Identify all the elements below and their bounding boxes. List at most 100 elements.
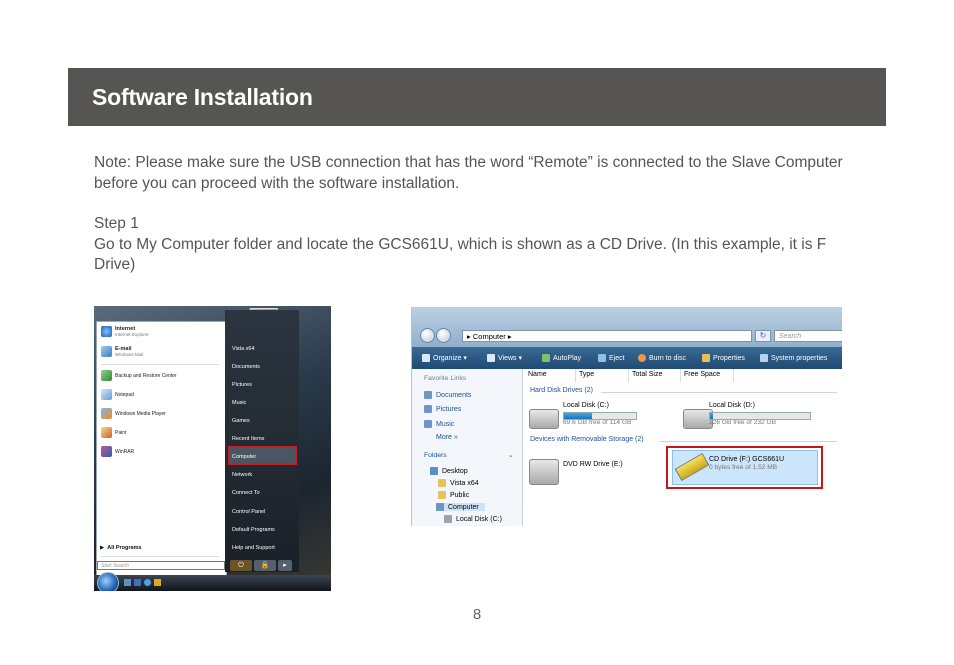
start-right-item[interactable]: Documents xyxy=(232,364,260,370)
tree-label: Computer xyxy=(448,503,479,511)
favorite-label: Music xyxy=(436,420,455,428)
start-right-item-computer[interactable]: Computer xyxy=(232,454,256,460)
start-right-item[interactable]: Recent Items xyxy=(232,436,264,442)
taskbar xyxy=(94,572,331,591)
divider xyxy=(101,364,219,365)
tree-label: Desktop xyxy=(442,467,468,475)
drive-c-usage-bar xyxy=(563,412,637,420)
music-icon xyxy=(424,420,432,428)
start-right-item[interactable]: Music xyxy=(232,400,246,406)
tree-item-user[interactable]: Vista x64 xyxy=(438,479,479,487)
refresh-icon[interactable]: ↻ xyxy=(755,330,771,342)
command-toolbar: Organize ▾ Views ▾ AutoPlay Eject Burn t… xyxy=(412,347,842,369)
disk-icon xyxy=(444,515,452,523)
organize-button[interactable]: Organize ▾ xyxy=(422,354,467,362)
start-right-item[interactable]: Connect To xyxy=(232,490,260,496)
views-button[interactable]: Views ▾ xyxy=(487,354,522,362)
start-item-backup[interactable]: Backup and Restore Center xyxy=(101,370,177,381)
explorer-screenshot: ▸ Computer ▸ ↻ Search Organize ▾ Views ▾… xyxy=(411,307,842,526)
column-header-name[interactable]: Name xyxy=(528,371,547,378)
folders-title[interactable]: Folders xyxy=(424,452,447,459)
start-item-paint[interactable]: Paint xyxy=(101,427,126,438)
start-right-item[interactable]: Vista x64 xyxy=(232,346,255,352)
power-options-arrow[interactable]: ▸ xyxy=(278,560,292,571)
power-buttons: ⏻ 🔒 ▸ xyxy=(230,560,294,571)
toolbar-label: Organize xyxy=(433,354,462,362)
start-right-item[interactable]: Default Programs xyxy=(232,527,275,533)
divider xyxy=(101,556,219,557)
column-header-total-size[interactable]: Total Size xyxy=(632,371,662,378)
section-title: Software Installation xyxy=(92,84,313,110)
burn-button[interactable]: Burn to disc xyxy=(638,354,686,362)
start-orb[interactable] xyxy=(97,572,119,591)
address-field[interactable]: ▸ Computer ▸ xyxy=(462,330,752,342)
computer-icon xyxy=(436,503,444,511)
favorite-label: Documents xyxy=(436,391,472,399)
start-item-internet[interactable]: Internet Internet Explorer xyxy=(101,326,149,337)
start-item-winrar[interactable]: WinRAR xyxy=(101,446,134,457)
all-programs-button[interactable]: ▶ All Programs xyxy=(100,545,142,551)
mail-icon xyxy=(101,346,112,357)
more-link[interactable]: More » xyxy=(436,434,458,441)
drive-d-usage-bar xyxy=(709,412,811,420)
usage-fill xyxy=(564,413,593,419)
address-bar-area: ▸ Computer ▸ ↻ Search xyxy=(412,307,842,347)
start-right-item[interactable]: Network xyxy=(232,472,252,478)
start-item-notepad[interactable]: Notepad xyxy=(101,389,134,400)
folder-icon[interactable] xyxy=(154,579,161,586)
pictures-icon xyxy=(424,405,432,413)
drive-name: DVD RW Drive (E:) xyxy=(563,461,623,468)
start-item-label: WinRAR xyxy=(115,448,135,455)
favorite-music[interactable]: Music xyxy=(424,420,454,428)
switch-windows-icon[interactable] xyxy=(134,579,141,586)
internet-explorer-icon[interactable] xyxy=(144,579,151,586)
power-button[interactable]: ⏻ xyxy=(230,560,252,571)
start-right-item[interactable]: Control Panel xyxy=(232,509,265,515)
group-removable-storage[interactable]: Devices with Removable Storage (2) xyxy=(530,436,644,443)
forward-button[interactable] xyxy=(436,328,451,343)
start-right-item[interactable]: Games xyxy=(232,418,250,424)
show-desktop-icon[interactable] xyxy=(124,579,131,586)
start-item-label: Windows Media Player xyxy=(115,410,166,417)
column-header-free-space[interactable]: Free Space xyxy=(684,371,720,378)
autoplay-icon xyxy=(542,354,550,362)
system-properties-button[interactable]: System properties xyxy=(760,354,827,362)
system-properties-icon xyxy=(760,354,768,362)
tree-item-desktop[interactable]: Desktop xyxy=(430,467,468,475)
eject-button[interactable]: Eject xyxy=(598,354,625,362)
media-player-icon xyxy=(101,408,112,419)
start-item-label: Notepad xyxy=(115,391,134,398)
start-right-item[interactable]: Help and Support xyxy=(232,545,275,551)
favorite-pictures[interactable]: Pictures xyxy=(424,405,461,413)
burn-icon xyxy=(638,354,646,362)
search-input[interactable]: Search xyxy=(774,330,842,342)
group-hard-disk-drives[interactable]: Hard Disk Drives (2) xyxy=(530,387,593,394)
favorite-documents[interactable]: Documents xyxy=(424,391,471,399)
chevron-down-icon[interactable]: ⌄ xyxy=(508,451,514,459)
hard-disk-icon xyxy=(529,409,559,429)
toolbar-label: AutoPlay xyxy=(553,354,582,362)
drive-e[interactable]: DVD RW Drive (E:) xyxy=(563,461,623,468)
start-menu-left-pane: Internet Internet Explorer E-mail Windows … xyxy=(96,321,227,577)
tree-item-local-disk-c[interactable]: Local Disk (C:) xyxy=(444,515,502,523)
column-header-type[interactable]: Type xyxy=(579,371,594,378)
group-divider xyxy=(659,441,837,442)
all-programs-label: All Programs xyxy=(107,545,142,551)
autoplay-button[interactable]: AutoPlay xyxy=(542,354,581,362)
start-item-media-player[interactable]: Windows Media Player xyxy=(101,408,166,419)
address-text: Computer xyxy=(472,332,506,341)
column-separator xyxy=(733,369,734,382)
column-separator xyxy=(680,369,681,382)
toolbar-label: Eject xyxy=(609,354,625,362)
start-search-input[interactable]: Start Search xyxy=(97,561,225,570)
start-right-item[interactable]: Pictures xyxy=(232,382,252,388)
properties-button[interactable]: Properties xyxy=(702,354,745,362)
back-button[interactable] xyxy=(420,328,435,343)
lock-button[interactable]: 🔒 xyxy=(254,560,276,571)
page-number: 8 xyxy=(472,606,482,623)
note-text: Note: Please make sure the USB connectio… xyxy=(94,154,843,192)
start-item-email[interactable]: E-mail Windows Mail xyxy=(101,346,143,357)
start-item-label: Backup and Restore Center xyxy=(115,372,177,379)
tree-item-computer[interactable]: Computer xyxy=(436,503,485,511)
tree-item-public[interactable]: Public xyxy=(438,491,469,499)
